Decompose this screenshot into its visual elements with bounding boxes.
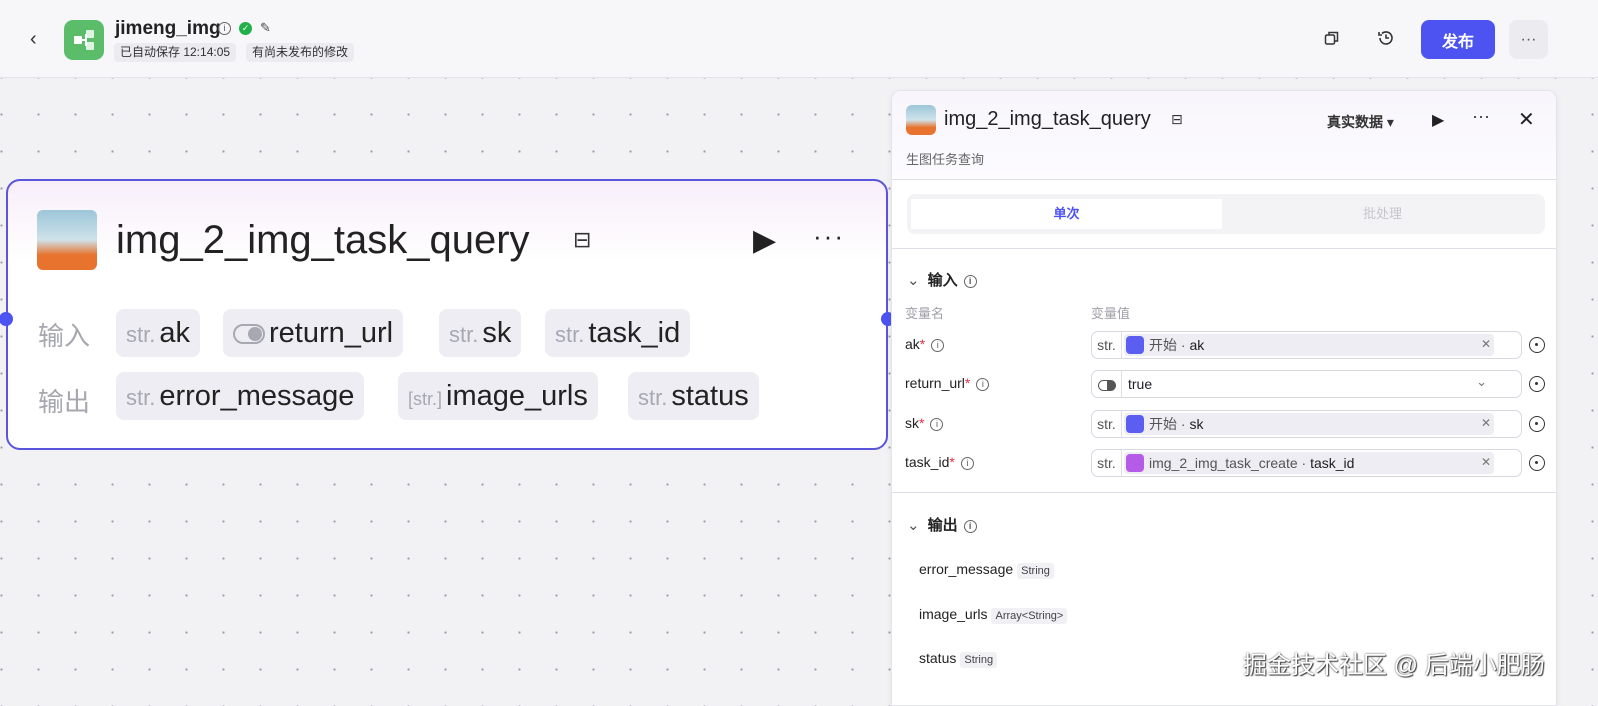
input-value-sk[interactable]: str. 开始 · sk ✕ [1091, 410, 1522, 438]
workflow-node[interactable]: img_2_img_task_query ⊟ ▶ ··· 输入 输出 str. a… [0, 179, 895, 450]
input-port[interactable] [0, 312, 13, 326]
info-icon[interactable]: i [931, 338, 945, 352]
info-icon[interactable]: i [976, 377, 990, 391]
info-icon[interactable]: i [963, 274, 977, 288]
watermark: 掘金技术社区 @ 后端小肥肠 [1243, 652, 1545, 679]
reference-target-icon[interactable] [1529, 416, 1545, 432]
publish-button[interactable]: 发布 [1421, 20, 1495, 59]
top-bar: ‹ jimeng_img i ✓ ✎ 已自动保存 12:14:05 有尚未发布的… [0, 0, 1598, 78]
output-section-toggle[interactable]: ⌄ 输出 i [907, 514, 977, 535]
node-detail-panel: img_2_img_task_query ⊟ 真实数据 ▾ ▶ ··· ✕ 生图… [891, 90, 1557, 706]
node-input-chip: str. ak [116, 309, 200, 357]
output-item: status String [919, 650, 998, 668]
reference-target-icon[interactable] [1529, 337, 1545, 353]
copy-icon[interactable] [1318, 24, 1346, 52]
node-avatar [37, 210, 97, 270]
input-section-toggle[interactable]: ⌄ 输入 i [907, 269, 977, 290]
published-check-icon: ✓ [239, 21, 252, 35]
info-icon[interactable]: i [930, 417, 944, 431]
toggle-icon [233, 324, 265, 345]
data-mode-dropdown[interactable]: 真实数据 ▾ [1327, 112, 1394, 132]
input-value-task-id[interactable]: str. img_2_img_task_create · task_id ✕ [1091, 449, 1522, 477]
more-menu-button[interactable]: ··· [1509, 20, 1548, 59]
input-name-ak: ak* i [905, 336, 945, 352]
run-icon[interactable]: ▶ [753, 223, 776, 258]
tab-batch[interactable]: 批处理 [1227, 199, 1538, 229]
reference-target-icon[interactable] [1529, 455, 1545, 471]
info-icon[interactable]: i [963, 519, 977, 533]
panel-more-icon[interactable]: ··· [1472, 106, 1490, 127]
node-output-chip: [str.] image_urls [398, 372, 598, 420]
node-output-chip: str. error_message [116, 372, 365, 420]
clear-icon[interactable]: ✕ [1481, 416, 1491, 430]
input-value-ak[interactable]: str. 开始 · ak ✕ [1091, 331, 1522, 359]
clear-icon[interactable]: ✕ [1481, 337, 1491, 351]
mode-tabs: 单次 批处理 [907, 194, 1545, 234]
panel-avatar [906, 105, 936, 135]
panel-title: img_2_img_task_query [944, 108, 1151, 130]
node-input-chip: return_url [223, 309, 404, 357]
reference-target-icon[interactable] [1529, 376, 1545, 392]
info-icon[interactable]: i [218, 21, 231, 35]
autosave-status: 已自动保存 12:14:05 [114, 43, 237, 62]
input-name-return-url: return_url* i [905, 375, 990, 391]
node-input-chip: str. task_id [545, 309, 691, 357]
app-logo [64, 20, 104, 60]
node-title: img_2_img_task_query [116, 218, 530, 262]
node-output-label: 输出 [38, 387, 91, 417]
app-title: jimeng_img [115, 18, 221, 39]
tab-single[interactable]: 单次 [911, 199, 1222, 229]
chevron-down-icon: ⌄ [907, 272, 920, 289]
input-name-task-id: task_id* i [905, 454, 974, 470]
unpublished-badge: 有尚未发布的修改 [246, 43, 355, 62]
node-input-label: 输入 [38, 321, 91, 351]
clear-icon[interactable]: ✕ [1481, 455, 1491, 469]
chevron-down-icon[interactable]: ⌄ [1476, 374, 1487, 390]
plugin-icon: ⊟ [1171, 111, 1183, 127]
edit-icon[interactable]: ✎ [260, 20, 271, 36]
column-header-name: 变量名 [905, 306, 945, 321]
output-item: error_message String [919, 561, 1054, 579]
input-value-return-url[interactable]: true ⌄ [1091, 370, 1522, 398]
start-node-icon [1126, 415, 1144, 433]
node-output-chip: str. status [628, 372, 759, 420]
column-header-value: 变量值 [1091, 306, 1131, 321]
info-icon[interactable]: i [960, 456, 974, 470]
toggle-icon [1092, 371, 1122, 397]
plugin-icon: ⊟ [573, 227, 592, 252]
start-node-icon [1126, 336, 1144, 354]
output-item: image_urls Array<String> [919, 606, 1068, 624]
node-more-icon[interactable]: ··· [813, 221, 845, 252]
close-icon[interactable]: ✕ [1518, 107, 1535, 132]
plugin-node-icon [1126, 454, 1144, 472]
input-name-sk: sk* i [905, 415, 944, 431]
chevron-down-icon: ⌄ [907, 517, 920, 534]
back-button[interactable]: ‹ [30, 28, 37, 51]
node-input-chip: str. sk [439, 309, 522, 357]
history-icon[interactable] [1372, 24, 1400, 52]
panel-description: 生图任务查询 [906, 152, 985, 167]
run-icon[interactable]: ▶ [1432, 110, 1444, 130]
